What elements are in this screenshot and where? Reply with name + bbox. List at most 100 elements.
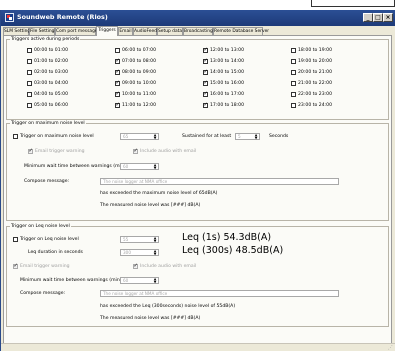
tab-com-port-messages[interactable]: Com port messages	[55, 27, 100, 35]
period-checkbox[interactable]	[203, 102, 208, 108]
spinner-arrows-icon[interactable]: ▲ ▼	[152, 249, 158, 255]
period-label: 14:00 to 15:00	[210, 70, 245, 75]
max-noise-group: Trigger on maximum noise level Trigger o…	[6, 121, 389, 221]
max-compose-input[interactable]: The noise logger at NMA office	[100, 178, 339, 185]
tab-remote-database-server[interactable]: Remote Database Server	[213, 27, 269, 35]
resize-grip-icon[interactable]: ⋰	[388, 345, 394, 351]
minimize-button[interactable]: _	[363, 13, 373, 22]
period-label: 01:00 to 02:00	[34, 59, 69, 64]
period-checkbox[interactable]	[27, 103, 32, 108]
max-email-warning-checkbox[interactable]	[28, 148, 33, 154]
period-checkbox[interactable]	[291, 92, 296, 97]
period-checkbox[interactable]	[27, 59, 32, 64]
leq-1s-readout: Leq (1s) 54.3dB(A)	[182, 232, 272, 243]
tab-file-settings[interactable]: File Settings	[29, 27, 57, 35]
period-label: 20:00 to 21:00	[298, 70, 333, 75]
period-checkbox[interactable]	[27, 70, 32, 75]
leq-min-wait-value: 60	[123, 278, 129, 283]
period-checkbox[interactable]	[291, 48, 296, 53]
max-noise-level-value: 65	[123, 134, 129, 139]
tab-setup-data[interactable]: Setup data	[157, 27, 183, 35]
period-label: 11:00 to 12:00	[122, 103, 157, 108]
period-checkbox[interactable]	[115, 80, 120, 86]
period-label: 07:00 to 08:00	[122, 59, 157, 64]
sustained-spinner[interactable]: 5 ▲ ▼	[235, 133, 260, 140]
period-checkbox[interactable]	[291, 59, 296, 64]
leq-group: Trigger on Leq noise level Trigger on Le…	[6, 224, 389, 327]
period-checkbox[interactable]	[203, 58, 208, 64]
period-label: 13:00 to 14:00	[210, 59, 245, 64]
max-noise-level-spinner[interactable]: 65 ▲ ▼	[120, 133, 159, 140]
period-label: 06:00 to 07:00	[122, 48, 157, 53]
spinner-arrows-icon[interactable]: ▲ ▼	[152, 163, 158, 169]
tab-triggers[interactable]: Triggers	[96, 26, 118, 36]
leq-compose-label: Compose message:	[20, 291, 66, 296]
leq-duration-spinner[interactable]: 300 ▲ ▼	[120, 249, 159, 256]
title-bar[interactable]: Soundweb Remote (Rios) _ □ ×	[1, 10, 395, 26]
leq-message-line-1: has exceeded the Leq (300seconds) noise …	[100, 304, 236, 309]
period-checkbox[interactable]	[27, 81, 32, 86]
period-label: 22:00 to 23:00	[298, 92, 333, 97]
leq-trigger-checkbox[interactable]	[13, 237, 18, 242]
period-checkbox[interactable]	[203, 47, 208, 53]
period-label: 21:00 to 22:00	[298, 81, 333, 86]
max-min-wait-spinner[interactable]: 60 ▲ ▼	[120, 163, 159, 170]
period-checkbox[interactable]	[115, 91, 120, 97]
tab-slm-settings[interactable]: SLM Settings	[3, 27, 32, 35]
leq-duration-label: Leq duration in seconds	[28, 250, 83, 255]
leq-duration-value: 300	[123, 250, 131, 255]
tab-broadcasting[interactable]: Broadcasting	[183, 27, 213, 35]
period-label: 09:00 to 10:00	[122, 81, 157, 86]
max-min-wait-label: Minimum wait time between warnings (minu…	[24, 164, 136, 169]
max-include-audio-checkbox[interactable]	[133, 148, 138, 154]
tab-email[interactable]: Email	[118, 27, 133, 35]
period-checkbox[interactable]	[291, 70, 296, 75]
max-noise-trigger-checkbox[interactable]	[13, 134, 18, 139]
spinner-arrows-icon[interactable]: ▲ ▼	[253, 133, 259, 139]
period-label: 08:00 to 09:00	[122, 70, 157, 75]
period-label: 10:00 to 11:00	[122, 92, 157, 97]
period-checkbox[interactable]	[203, 80, 208, 86]
period-label: 02:00 to 03:00	[34, 70, 69, 75]
period-checkbox[interactable]	[115, 48, 120, 53]
status-bar: ⋰	[1, 343, 395, 351]
leq-include-audio-checkbox[interactable]	[133, 263, 138, 269]
period-checkbox[interactable]	[27, 48, 32, 53]
period-label: 19:00 to 20:00	[298, 59, 333, 64]
desktop-top-strip	[0, 0, 395, 10]
spinner-arrows-icon[interactable]: ▲ ▼	[152, 236, 158, 242]
leq-include-audio-label: Include audio with email	[140, 264, 197, 269]
maximize-button[interactable]: □	[373, 13, 383, 22]
period-checkbox[interactable]	[115, 69, 120, 75]
spinner-arrows-icon[interactable]: ▲ ▼	[152, 277, 158, 283]
periods-group-title: Triggers active during periods	[10, 37, 81, 42]
sustained-value: 5	[238, 134, 241, 139]
leq-level-spinner[interactable]: 55 ▲ ▼	[120, 236, 159, 243]
period-label: 18:00 to 19:00	[298, 48, 333, 53]
leq-compose-input[interactable]: The noise logger at NMA office	[100, 290, 339, 297]
close-button[interactable]: ×	[383, 13, 393, 22]
period-checkbox[interactable]	[115, 102, 120, 108]
leq-300s-readout: Leq (300s) 48.5dB(A)	[182, 245, 284, 256]
tab-audiofeed[interactable]: AudioFeed	[133, 27, 157, 35]
period-checkbox[interactable]	[291, 81, 296, 86]
period-checkbox[interactable]	[203, 91, 208, 97]
spinner-arrows-icon[interactable]: ▲ ▼	[152, 133, 158, 139]
max-min-wait-value: 60	[123, 164, 129, 169]
background-window-edge	[311, 0, 395, 7]
leq-email-warning-label: Email trigger warning	[20, 264, 70, 269]
seconds-label: Seconds	[269, 134, 289, 139]
leq-min-wait-label: Minimum wait time between warnings (minu…	[20, 278, 132, 283]
sustained-label: Sustained for at least	[182, 134, 232, 139]
period-checkbox[interactable]	[291, 103, 296, 108]
period-label: 12:00 to 13:00	[210, 48, 245, 53]
period-label: 04:00 to 05:00	[34, 92, 69, 97]
period-checkbox[interactable]	[203, 69, 208, 75]
period-checkbox[interactable]	[27, 92, 32, 97]
window-title: Soundweb Remote (Rios)	[17, 13, 108, 21]
period-checkbox[interactable]	[115, 58, 120, 64]
leq-min-wait-spinner[interactable]: 60 ▲ ▼	[120, 277, 159, 284]
leq-email-warning-checkbox[interactable]	[13, 263, 18, 269]
leq-trigger-label: Trigger on Leq noise level	[20, 237, 79, 242]
period-label: 16:00 to 17:00	[210, 92, 245, 97]
